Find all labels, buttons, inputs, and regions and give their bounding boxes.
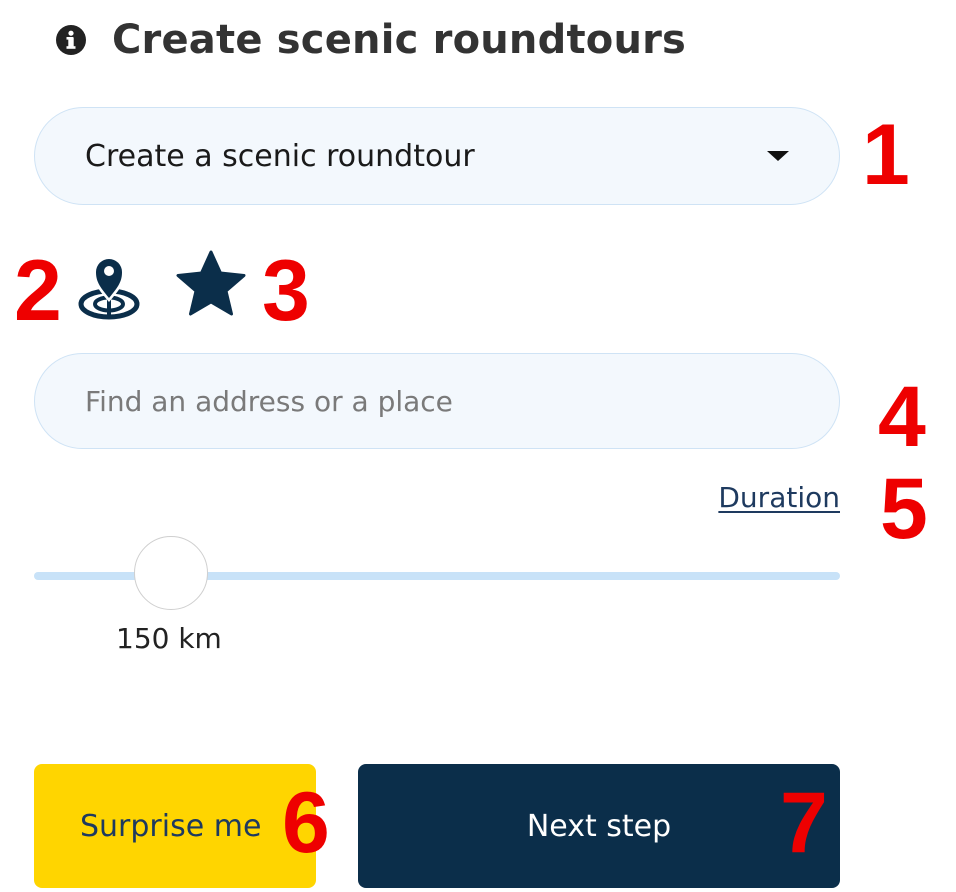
header: Create scenic roundtours: [56, 12, 686, 68]
annotation-6: 6: [282, 775, 330, 871]
caret-down-icon: [767, 151, 789, 161]
page-title: Create scenic roundtours: [112, 17, 687, 63]
next-step-label: Next step: [526, 808, 672, 844]
star-icon[interactable]: [172, 250, 250, 316]
duration-link[interactable]: Duration: [718, 481, 840, 514]
route-type-dropdown[interactable]: Create a scenic roundtour: [34, 107, 840, 205]
route-type-selected-label: Create a scenic roundtour: [85, 138, 475, 174]
surprise-me-button[interactable]: Surprise me: [34, 764, 316, 888]
annotation-7: 7: [780, 775, 828, 871]
distance-value-label: 150 km: [116, 622, 222, 655]
annotation-4: 4: [878, 369, 926, 465]
distance-slider-thumb[interactable]: [134, 536, 209, 610]
next-step-button[interactable]: Next step: [358, 764, 840, 888]
surprise-me-label: Surprise me: [80, 808, 262, 844]
location-target-icon[interactable]: [76, 250, 142, 322]
search-field: [34, 353, 840, 449]
search-input[interactable]: [35, 354, 839, 448]
annotation-5: 5: [880, 461, 928, 557]
info-icon[interactable]: [56, 25, 86, 55]
annotation-2: 2: [14, 243, 62, 339]
annotation-1: 1: [862, 107, 910, 203]
annotation-3: 3: [262, 243, 310, 339]
